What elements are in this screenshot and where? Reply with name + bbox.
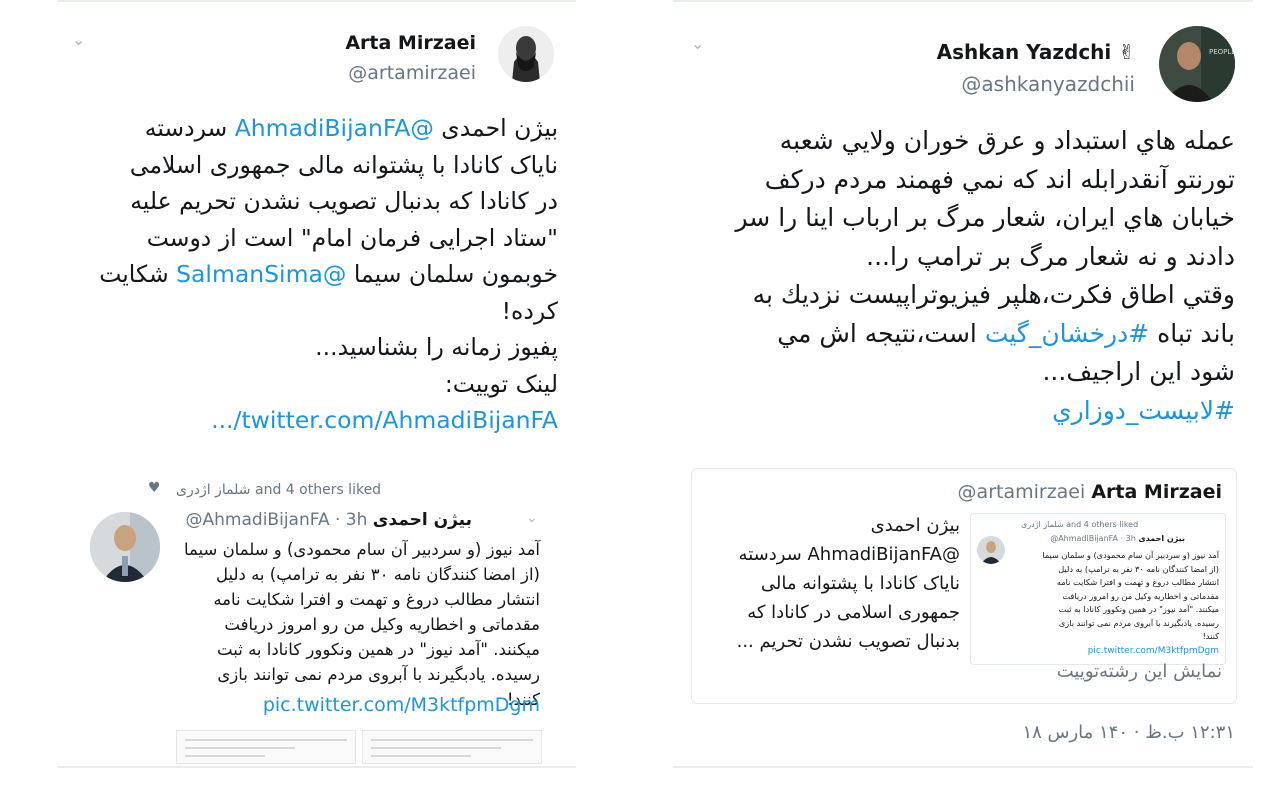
- quoted-line: مقدماتی و اخطاریه وکیل من رو امروز دریاف…: [224, 615, 540, 634]
- avatar[interactable]: [90, 512, 160, 582]
- line-text: شکایت: [99, 260, 177, 288]
- quoted-line: بدنبال تصویب نشدن تحریم ...: [736, 631, 960, 652]
- quoted-line: نایاک کانادا با پشتوانه مالی: [760, 573, 960, 594]
- show-thread-link[interactable]: نمایش این رشته‌توییت: [1057, 661, 1222, 682]
- quoted-line: آمد نیوز (و سردبیر آن سام محمودی) و سلما…: [1042, 550, 1219, 560]
- author-name[interactable]: Ashkan Yazdchi ✌: [937, 40, 1135, 64]
- left-tweet-card: ⌄ Arta Mirzaei @artamirzaei بیژن احمدی @…: [58, 0, 576, 785]
- tweet-line: دادند و نه شعار مرگ بر ترامپ را...: [695, 238, 1235, 277]
- chevron-down-icon[interactable]: ⌄: [691, 34, 704, 53]
- divider: [58, 766, 576, 768]
- quoted-handle[interactable]: @AhmadiBijanFA · 3h: [186, 510, 368, 530]
- quoted-tweet[interactable]: @artamirzaei Arta Mirzaei بیژن احمدی @Ahm…: [691, 468, 1237, 704]
- tweet-line: twitter.com/AhmadiBijanFA/...: [68, 402, 558, 439]
- line-text: کرده!: [501, 296, 558, 325]
- quoted-line: رسیده. یادبگیرند با آبروی مردم نمی توانن…: [1058, 617, 1219, 628]
- quoted-line: کنند!: [1202, 631, 1219, 641]
- quoted-line: آمد نیوز (و سردبیر آن سام محمودی) و سلما…: [183, 540, 540, 559]
- inline-link[interactable]: twitter.com/AhmadiBijanFA/...: [211, 406, 558, 434]
- tweet-line: لینک توییت:: [68, 366, 558, 403]
- quoted-line: مقدماتی و اخطاریه وکیل من رو امروز دریاف…: [1062, 590, 1219, 601]
- line-text: سردسته: [144, 114, 235, 142]
- line-text: عمله هاي استبداد و عرق خوران ولايي شعبه: [779, 126, 1235, 155]
- quote-handle[interactable]: @artamirzaei: [958, 481, 1086, 503]
- divider: [673, 766, 1253, 768]
- mini-handle: @AhmadiBijanFA · 3h: [1050, 534, 1136, 543]
- line-text: دادند و نه شعار مرگ بر ترامپ را...: [866, 241, 1235, 271]
- line-text: در کانادا که بدنبال تصویب نشدن تحریم علی…: [130, 187, 558, 215]
- line-text: تورنتو آنقدرابله اند كه نمي فهمند مردم د…: [764, 164, 1235, 194]
- liked-row: ♥ شلماز اژدری and 4 others liked: [148, 480, 488, 502]
- tweet-line: خيابان هاي ايران، شعار مرگ بر ارباب اينا…: [695, 199, 1235, 238]
- quoted-line: انتشار مطالب دروغ و تهمت و افترا شکایت ن…: [1056, 577, 1219, 587]
- line-text: لینک توییت:: [444, 369, 558, 398]
- quote-header: @artamirzaei Arta Mirzaei: [958, 481, 1222, 503]
- gutter: [576, 0, 673, 785]
- line-text: وقتي اطاق فكرت،هلپر فيزيوتراپيست نزديك ب…: [752, 280, 1235, 309]
- line-text: است،نتيجه اش مي: [777, 318, 985, 348]
- line-text: بیژن احمدی: [433, 114, 558, 142]
- quoted-line: جمهوری اسلامی در کانادا که: [747, 602, 960, 623]
- quoted-line: میکنند. "آمد نیوز" در همین ونکوور کانادا…: [217, 640, 540, 659]
- tweet-line: تورنتو آنقدرابله اند كه نمي فهمند مردم د…: [695, 161, 1235, 200]
- author-name[interactable]: Arta Mirzaei: [345, 32, 476, 54]
- quoted-header: بیژن احمدی @AhmadiBijanFA · 3h: [186, 510, 472, 530]
- tweet-line: بیژن احمدی @AhmadiBijanFA سردسته: [68, 110, 558, 147]
- tweet-line: خوبمون سلمان سیما @SalmanSima شکایت: [68, 256, 558, 293]
- tweet-line: در کانادا که بدنبال تصویب نشدن تحریم علی…: [68, 183, 558, 220]
- mini-pic-link: pic.twitter.com/M3ktfpmDgm: [1087, 646, 1219, 656]
- tweet-line: "ستاد اجرایی فرمان امام" است از دوست: [68, 220, 558, 257]
- chevron-down-icon[interactable]: ⌄: [526, 510, 538, 526]
- line-text: باند تباه: [1149, 318, 1235, 348]
- pic-link[interactable]: pic.twitter.com/M3ktfpmDgm: [263, 694, 540, 716]
- quoted-name[interactable]: بیژن احمدی: [373, 510, 472, 530]
- quote-image[interactable]: شلماز اژدری and 4 others liked بیژن احمد…: [970, 513, 1226, 665]
- right-tweet-card: ⌄ Ashkan Yazdchi ✌ @ashkanyazdchii PEOPL…: [673, 0, 1253, 785]
- tweet-line: کرده!: [68, 293, 558, 330]
- quoted-line: (از امضا کنندگان نامه ۳۰ نفر به ترامپ) ب…: [1058, 563, 1219, 574]
- mini-header: بیژن احمدی @AhmadiBijanFA · 3h: [1050, 534, 1185, 543]
- inline-link[interactable]: @SalmanSima: [176, 260, 346, 288]
- quote-name[interactable]: Arta Mirzaei: [1091, 481, 1222, 503]
- inline-link[interactable]: @AhmadiBijanFA: [235, 114, 434, 142]
- inline-link[interactable]: #درخشان_گيت: [985, 319, 1149, 348]
- mini-name: بیژن احمدی: [1138, 534, 1185, 543]
- tweet-line: باند تباه #درخشان_گيت است،نتيجه اش مي: [695, 315, 1235, 354]
- chevron-down-icon[interactable]: ⌄: [72, 30, 85, 49]
- liked-text: شلماز اژدری and 4 others liked: [176, 482, 382, 498]
- quoted-line: @AhmadiBijanFA سردسته: [738, 544, 960, 565]
- tweet-line: #لابيست_دوزاري: [695, 392, 1235, 431]
- line-text: خوبمون سلمان سیما: [346, 260, 558, 288]
- tweet-line: شود اين اراجيف...: [695, 353, 1235, 392]
- attached-image[interactable]: [176, 730, 356, 764]
- tweet-line: وقتي اطاق فكرت،هلپر فيزيوتراپيست نزديك ب…: [695, 276, 1235, 315]
- tweet-text: بیژن احمدی @AhmadiBijanFA سردسته نایاک کا…: [68, 110, 558, 439]
- line-text: شود اين اراجيف...: [1042, 357, 1235, 386]
- heart-icon: ♥: [148, 480, 161, 496]
- tweet-line: پفیوز زمانه را بشناسید...: [68, 329, 558, 366]
- tweet-line: نایاک کانادا با پشتوانه مالی جمهوری اسلا…: [68, 147, 558, 184]
- line-text: "ستاد اجرایی فرمان امام" است از دوست: [146, 223, 558, 252]
- author-handle[interactable]: @ashkanyazdchii: [961, 72, 1135, 96]
- attached-image[interactable]: [362, 730, 542, 764]
- quoted-line: بیژن احمدی: [870, 515, 960, 536]
- avatar[interactable]: PEOPLE: [1159, 26, 1235, 102]
- svg-text:PEOPLE: PEOPLE: [1209, 48, 1235, 56]
- tweet-line: عمله هاي استبداد و عرق خوران ولايي شعبه: [695, 122, 1235, 161]
- timestamp[interactable]: ۱۲:۳۱ ب.ظ · ۱۴۰ مارس ۱۸: [1022, 722, 1235, 743]
- quoted-line: میکنند. "آمد نیوز" در همین ونکوور کانادا…: [1058, 604, 1219, 614]
- line-text: خيابان هاي ايران، شعار مرگ بر ارباب اينا…: [735, 203, 1235, 232]
- avatar[interactable]: [498, 26, 554, 82]
- avatar: [977, 536, 1005, 564]
- inline-link[interactable]: #لابيست_دوزاري: [1052, 396, 1235, 425]
- liked-text: شلماز اژدری and 4 others liked: [1021, 520, 1139, 529]
- quoted-line: رسیده. یادبگیرند با آبروی مردم نمی توانن…: [217, 665, 540, 684]
- quoted-line: (از امضا کنندگان نامه ۳۰ نفر به ترامپ) ب…: [215, 565, 540, 584]
- tweet-text: عمله هاي استبداد و عرق خوران ولايي شعبه ت…: [695, 122, 1235, 430]
- line-text: پفیوز زمانه را بشناسید...: [315, 333, 558, 361]
- line-text: نایاک کانادا با پشتوانه مالی جمهوری اسلا…: [129, 150, 558, 179]
- author-handle[interactable]: @artamirzaei: [348, 62, 476, 84]
- quoted-tweet[interactable]: ⌄ بیژن احمدی @AhmadiBijanFA · 3h آمد نیو…: [72, 502, 562, 764]
- quoted-line: انتشار مطالب دروغ و تهمت و افترا شکایت ن…: [213, 590, 540, 609]
